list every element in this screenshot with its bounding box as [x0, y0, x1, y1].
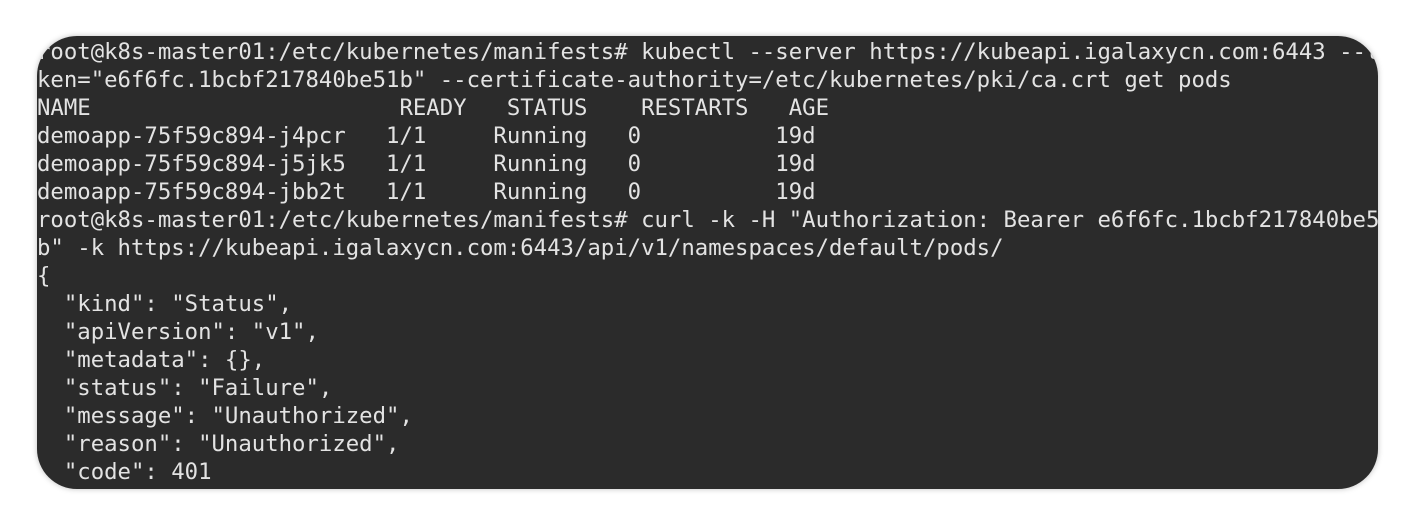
- pods-table-row: demoapp-75f59c894-j5jk5 1/1 Running 0 19…: [37, 151, 816, 177]
- terminal-window[interactable]: root@k8s-master01:/etc/kubernetes/manife…: [37, 36, 1378, 489]
- terminal-line-curl-command: root@k8s-master01:/etc/kubernetes/manife…: [37, 207, 1378, 233]
- json-output-line: "kind": "Status",: [37, 291, 293, 317]
- json-output-line: "reason": "Unauthorized",: [37, 431, 400, 457]
- json-output-line: "code": 401: [37, 459, 212, 485]
- pods-table-header: NAME READY STATUS RESTARTS AGE: [37, 95, 830, 121]
- json-output-line: {: [37, 263, 51, 289]
- terminal-line-kubectl-command: root@k8s-master01:/etc/kubernetes/manife…: [37, 39, 1378, 65]
- terminal-output: root@k8s-master01:/etc/kubernetes/manife…: [37, 38, 1378, 486]
- pods-table-row: demoapp-75f59c894-j4pcr 1/1 Running 0 19…: [37, 123, 816, 149]
- json-output-line: "apiVersion": "v1",: [37, 319, 319, 345]
- terminal-line-curl-command-cont: b" -k https://kubeapi.igalaxycn.com:6443…: [37, 235, 1004, 261]
- terminal-line-kubectl-command-cont: ken="e6f6fc.1bcbf217840be51b" --certific…: [37, 67, 1232, 93]
- json-output-line: "message": "Unauthorized",: [37, 403, 413, 429]
- pods-table-row: demoapp-75f59c894-jbb2t 1/1 Running 0 19…: [37, 179, 816, 205]
- json-output-line: "metadata": {},: [37, 347, 266, 373]
- json-output-line: "status": "Failure",: [37, 375, 333, 401]
